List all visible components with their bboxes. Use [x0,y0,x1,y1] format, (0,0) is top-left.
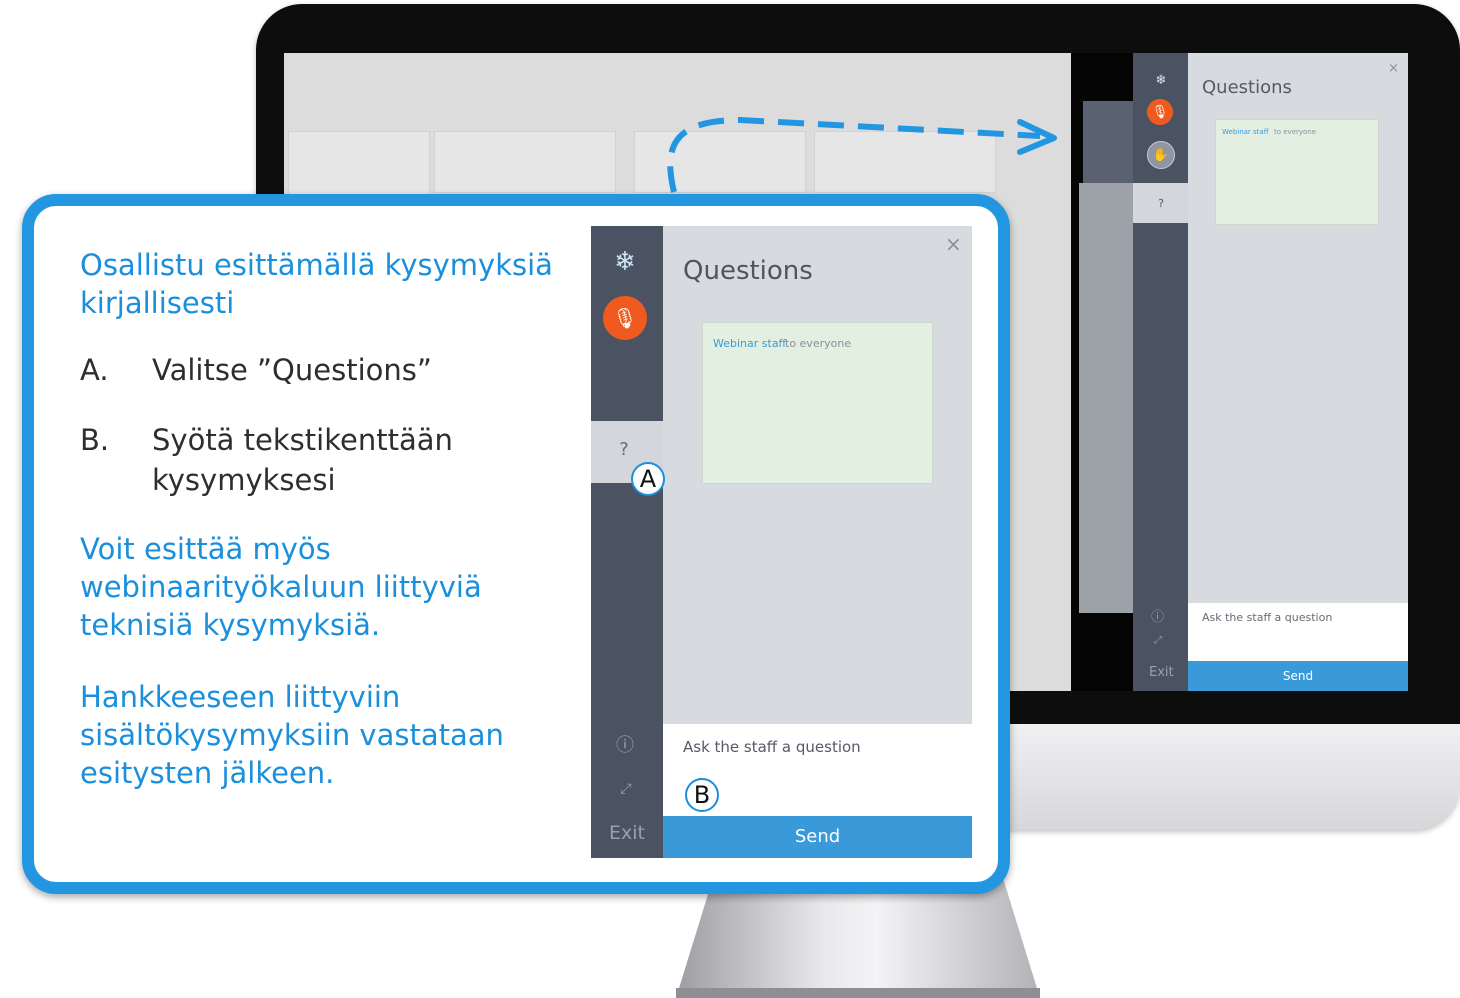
dashed-arrow [667,116,1057,193]
questions-panel: × Questions Webinar staff to everyone As… [663,226,972,858]
expand-icon[interactable]: ⤢ [615,778,637,800]
step-b: B. Syötä tekstikenttään kysymyksesi [80,420,560,500]
message-recipient: to everyone [1274,128,1317,136]
message-card: Webinar staff to everyone [1215,119,1379,225]
marker-a: A [631,462,665,496]
video-thumbnail [1083,101,1133,183]
monitor-questions-panel: × Questions Webinar staff to everyone As… [1188,53,1408,691]
message-card: Webinar staff to everyone [702,322,933,484]
question-icon[interactable]: ? [613,438,635,460]
faded-card [434,131,616,193]
question-input[interactable]: Ask the staff a question [1188,603,1408,661]
info-icon[interactable]: ⓘ [1151,606,1164,625]
logo-icon: ❄ [1155,72,1167,88]
monitor-sidebar: ❄ 🎙 ✋ ? ⓘ ⤢ Exit [1133,53,1188,691]
microphone-muted-icon[interactable]: 🎙 [603,296,647,340]
step-text: Syötä tekstikenttään [152,423,453,457]
exit-button[interactable]: Exit [1149,665,1174,680]
message-sender: Webinar staff [1222,128,1269,136]
monitor-stand-base [676,988,1040,998]
panel-title: Questions [683,256,813,286]
logo-icon: ❄ [614,247,636,277]
step-marker: B. [80,423,110,457]
step-text: Valitse ”Questions” [152,353,432,387]
webinar-app-zoom: ❄ 🎙 ? ⓘ ⤢ Exit × Questions Webinar staff… [591,226,972,858]
shared-page-preview [1079,183,1133,613]
step-a: A. Valitse ”Questions” [80,350,432,390]
message-recipient: to everyone [785,337,852,350]
message-sender: Webinar staff [713,337,787,350]
question-input-placeholder: Ask the staff a question [683,738,861,756]
step-marker: A. [80,353,109,387]
content-note: Hankkeeseen liittyviin sisältökysymyksii… [80,680,504,790]
send-button[interactable]: Send [663,816,972,858]
raise-hand-icon[interactable]: ✋ [1147,141,1175,169]
instruction-callout: Osallistu esittämällä kysymyksiä kirjall… [22,194,1010,894]
info-icon[interactable]: ⓘ [613,732,637,756]
send-button[interactable]: Send [1188,661,1408,691]
app-sidebar: ❄ 🎙 ? ⓘ ⤢ Exit [591,226,663,858]
expand-icon[interactable]: ⤢ [1154,635,1162,646]
exit-button[interactable]: Exit [609,822,645,844]
intro-text: Osallistu esittämällä kysymyksiä kirjall… [80,248,553,320]
microphone-muted-icon[interactable]: 🎙 [1147,99,1173,125]
monitor-stand [676,880,1040,998]
marker-b: B [685,778,719,812]
close-icon[interactable]: × [945,232,962,256]
close-icon[interactable]: × [1388,61,1399,76]
technical-note: Voit esittää myös webinaarityökaluun lii… [80,532,482,642]
question-input-placeholder: Ask the staff a question [1202,611,1333,624]
question-icon[interactable]: ? [1148,190,1174,216]
step-text-continued: kysymyksesi [152,463,336,497]
panel-title: Questions [1202,77,1292,98]
